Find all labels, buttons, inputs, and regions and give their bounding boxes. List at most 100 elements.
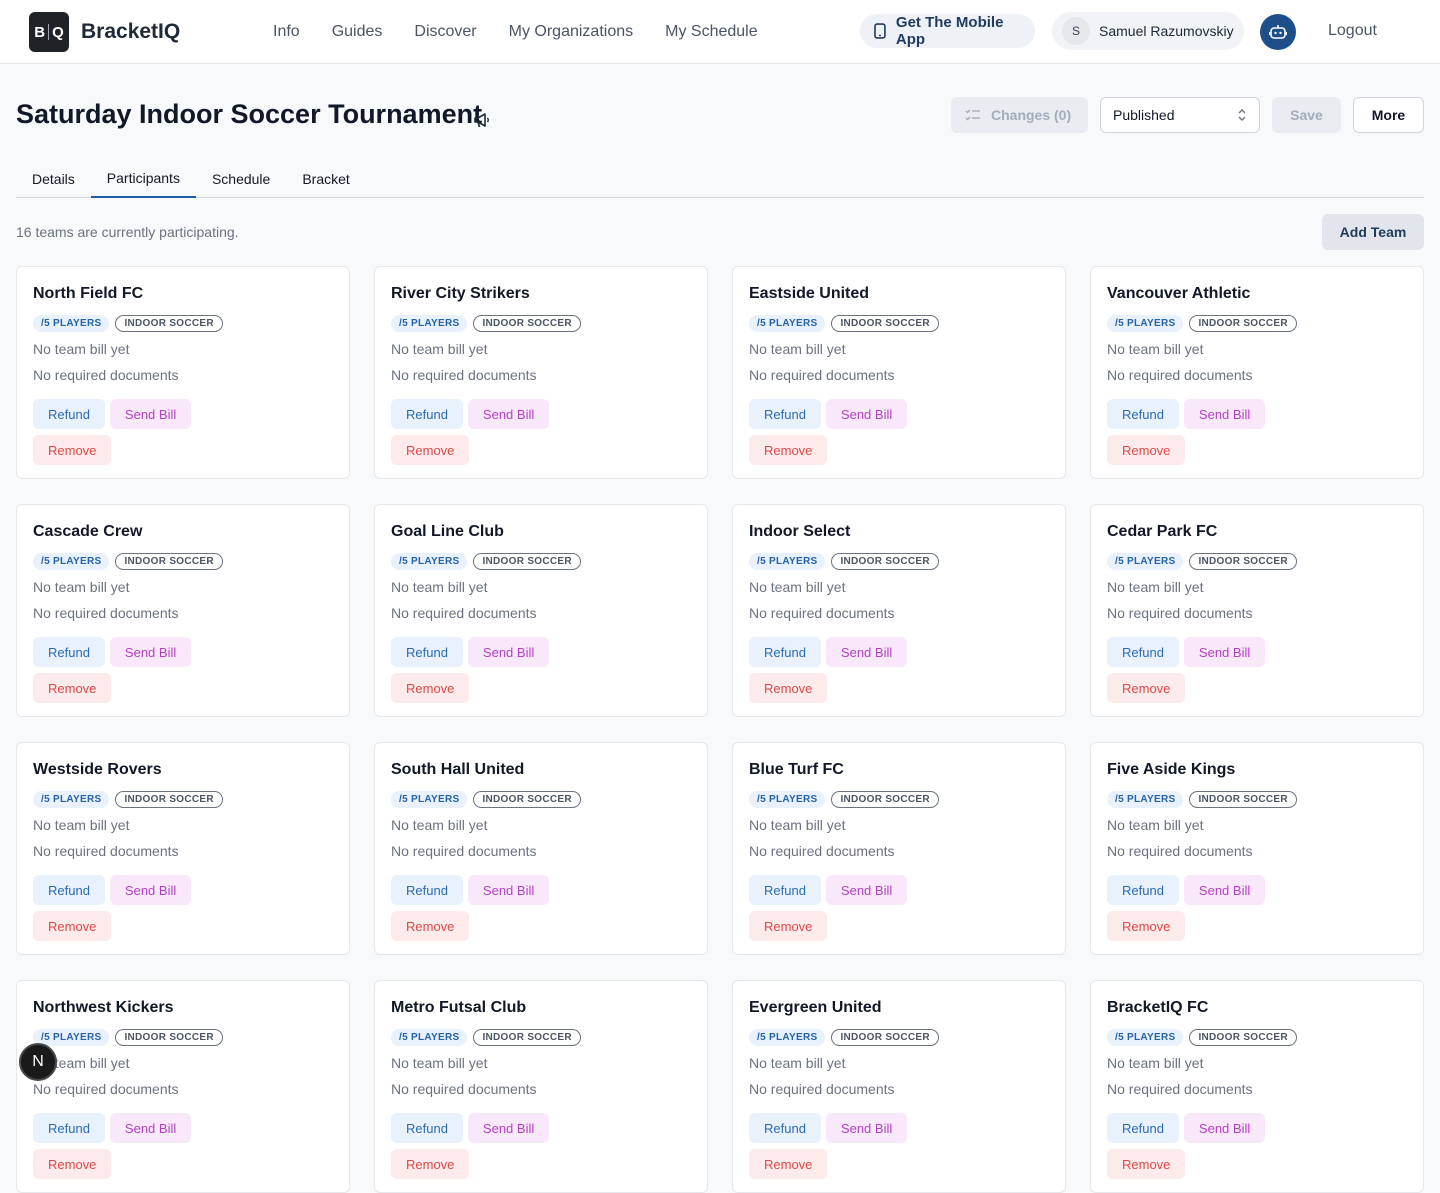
remove-button[interactable]: Remove [391,1149,470,1179]
team-name[interactable]: Northwest Kickers [33,999,333,1019]
team-name[interactable]: Cascade Crew [33,523,333,543]
team-tags: /5 PLAYERS INDOOR SOCCER [1107,1029,1407,1047]
send-bill-button[interactable]: Send Bill [825,1113,908,1143]
remove-button[interactable]: Remove [1107,911,1186,941]
refund-button[interactable]: Refund [1107,399,1179,429]
refund-button[interactable]: Refund [749,637,821,667]
send-bill-button[interactable]: Send Bill [1183,1113,1266,1143]
sport-badge: INDOOR SOCCER [1189,1029,1297,1046]
send-bill-button[interactable]: Send Bill [467,1113,550,1143]
team-tags: /5 PLAYERS INDOOR SOCCER [33,791,333,809]
assistant-button[interactable] [1260,14,1296,50]
send-bill-button[interactable]: Send Bill [1183,399,1266,429]
tab-details[interactable]: Details [16,160,91,198]
remove-button[interactable]: Remove [1107,1149,1186,1179]
nav-discover[interactable]: Discover [414,23,476,41]
refund-button[interactable]: Refund [33,399,105,429]
remove-button[interactable]: Remove [33,435,112,465]
tab-bracket[interactable]: Bracket [286,160,365,198]
refund-button[interactable]: Refund [749,1113,821,1143]
changes-label: Changes (0) [991,107,1072,123]
nav-my-organizations[interactable]: My Organizations [509,23,634,41]
team-name[interactable]: South Hall United [391,761,691,781]
tab-bar: Details Participants Schedule Bracket [16,160,1424,198]
send-bill-button[interactable]: Send Bill [1183,637,1266,667]
team-name[interactable]: North Field FC [33,285,333,305]
send-bill-button[interactable]: Send Bill [825,875,908,905]
refund-button[interactable]: Refund [1107,1113,1179,1143]
team-name[interactable]: Blue Turf FC [749,761,1049,781]
user-menu[interactable]: S Samuel Razumovskiy [1052,12,1244,50]
remove-button[interactable]: Remove [1107,673,1186,703]
team-card: Evergreen United /5 PLAYERS INDOOR SOCCE… [732,980,1066,1193]
sport-badge: INDOOR SOCCER [1189,315,1297,332]
brand-logo[interactable]: BQ BracketIQ [29,12,180,52]
team-name[interactable]: Five Aside Kings [1107,761,1407,781]
remove-button[interactable]: Remove [749,1149,828,1179]
refund-button[interactable]: Refund [391,875,463,905]
team-name[interactable]: Vancouver Athletic [1107,285,1407,305]
team-name[interactable]: Indoor Select [749,523,1049,543]
more-button[interactable]: More [1353,97,1424,133]
nav-my-schedule[interactable]: My Schedule [665,23,758,41]
remove-button[interactable]: Remove [749,911,828,941]
team-name[interactable]: BracketIQ FC [1107,999,1407,1019]
team-name[interactable]: Westside Rovers [33,761,333,781]
refund-button[interactable]: Refund [33,637,105,667]
refund-button[interactable]: Refund [1107,875,1179,905]
refund-button[interactable]: Refund [1107,637,1179,667]
team-bill-status: No team bill yet [749,1055,846,1071]
get-mobile-app-button[interactable]: Get The Mobile App [860,14,1035,48]
remove-button[interactable]: Remove [33,673,112,703]
team-name[interactable]: Metro Futsal Club [391,999,691,1019]
send-bill-button[interactable]: Send Bill [109,1113,192,1143]
remove-button[interactable]: Remove [391,911,470,941]
team-name[interactable]: River City Strikers [391,285,691,305]
refund-button[interactable]: Refund [749,399,821,429]
remove-button[interactable]: Remove [33,1149,112,1179]
team-name[interactable]: Evergreen United [749,999,1049,1019]
refund-button[interactable]: Refund [391,637,463,667]
status-select[interactable]: Published [1100,97,1260,133]
tab-schedule[interactable]: Schedule [196,160,286,198]
remove-button[interactable]: Remove [749,673,828,703]
team-card: Indoor Select /5 PLAYERS INDOOR SOCCER N… [732,504,1066,717]
refund-button[interactable]: Refund [33,875,105,905]
logout-link[interactable]: Logout [1328,22,1377,40]
send-bill-button[interactable]: Send Bill [467,875,550,905]
nav-guides[interactable]: Guides [332,23,383,41]
logo-mark-left: B [34,23,46,41]
sport-badge: INDOOR SOCCER [831,553,939,570]
send-bill-button[interactable]: Send Bill [1183,875,1266,905]
remove-button[interactable]: Remove [749,435,828,465]
send-bill-button[interactable]: Send Bill [825,399,908,429]
refund-button[interactable]: Refund [391,399,463,429]
megaphone-icon[interactable] [473,111,491,134]
team-name[interactable]: Eastside United [749,285,1049,305]
tab-participants[interactable]: Participants [90,160,196,198]
team-tags: /5 PLAYERS INDOOR SOCCER [33,553,333,571]
remove-button[interactable]: Remove [33,911,112,941]
nav-info[interactable]: Info [273,23,300,41]
save-button[interactable]: Save [1272,97,1341,133]
refund-button[interactable]: Refund [391,1113,463,1143]
send-bill-button[interactable]: Send Bill [467,637,550,667]
team-name[interactable]: Goal Line Club [391,523,691,543]
sport-badge: INDOOR SOCCER [831,315,939,332]
send-bill-button[interactable]: Send Bill [109,875,192,905]
add-team-button[interactable]: Add Team [1322,214,1424,250]
team-tags: /5 PLAYERS INDOOR SOCCER [33,1029,333,1047]
floating-n-badge[interactable]: N [19,1043,57,1081]
remove-button[interactable]: Remove [391,673,470,703]
send-bill-button[interactable]: Send Bill [825,637,908,667]
refund-button[interactable]: Refund [33,1113,105,1143]
remove-button[interactable]: Remove [1107,435,1186,465]
remove-button[interactable]: Remove [391,435,470,465]
refund-button[interactable]: Refund [749,875,821,905]
team-documents-status: No required documents [1107,1081,1253,1097]
changes-button[interactable]: Changes (0) [951,97,1088,133]
send-bill-button[interactable]: Send Bill [109,637,192,667]
team-name[interactable]: Cedar Park FC [1107,523,1407,543]
send-bill-button[interactable]: Send Bill [109,399,192,429]
send-bill-button[interactable]: Send Bill [467,399,550,429]
